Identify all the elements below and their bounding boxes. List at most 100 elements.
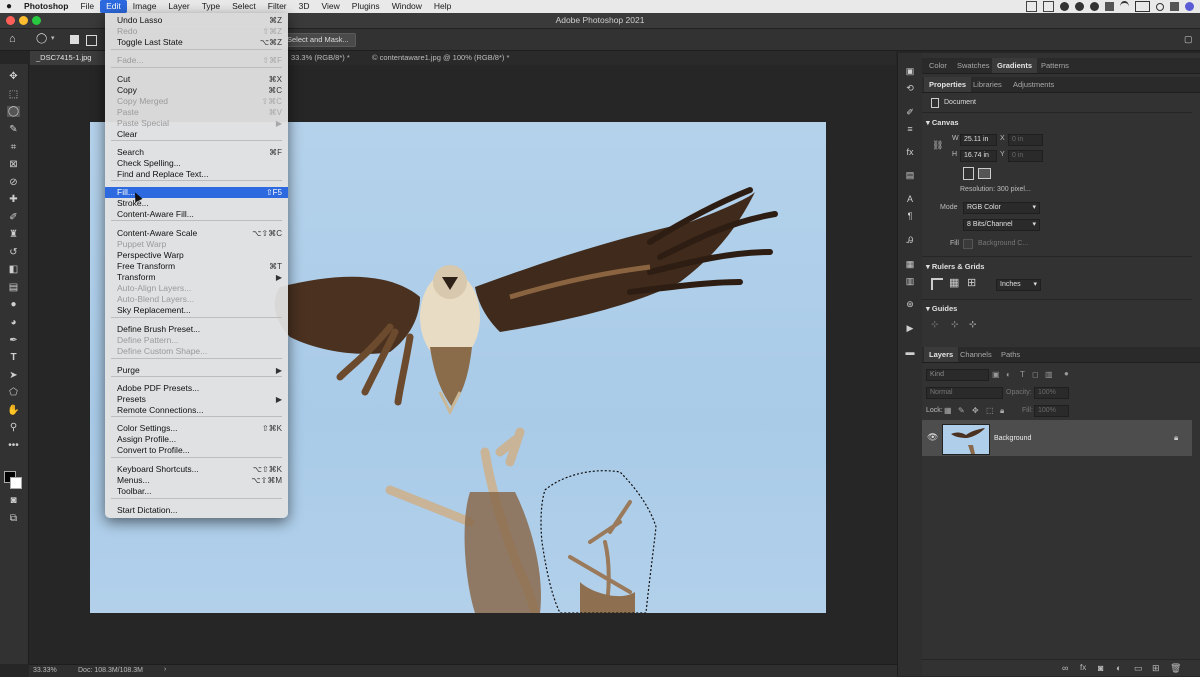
menu-image[interactable]: Image [127,0,163,13]
adjustments-icon[interactable]: ≡ [904,124,916,135]
menu-select[interactable]: Select [226,0,262,13]
tab-patterns[interactable]: Patterns [1036,58,1074,73]
menu-filter[interactable]: Filter [262,0,293,13]
menu-edit[interactable]: Edit [100,0,127,13]
menu-item-adobe-pdf-presets[interactable]: Adobe PDF Presets... [105,383,288,394]
frame-tool-icon[interactable]: ⊠ [7,159,20,170]
menu-3d[interactable]: 3D [293,0,316,13]
chevron-right-icon[interactable]: › [164,666,166,673]
filter-shape-icon[interactable]: ◻ [1032,370,1039,379]
canvas-section-title[interactable]: ▾ Canvas [926,118,959,127]
menu-item-search[interactable]: Search ⌘F [105,147,288,158]
fill-swatch[interactable] [963,239,973,249]
crop-tool-icon[interactable]: ⌗ [7,142,20,153]
tab-paths[interactable]: Paths [996,347,1025,362]
adjustment-layer-icon[interactable]: ◐ [1116,663,1121,673]
actions-panel-icon[interactable]: ⟲ [904,83,916,94]
guides-grid-icon[interactable]: ⊞ [967,278,976,289]
new-selection-icon[interactable] [70,35,79,44]
glyphs-panel-icon[interactable]: Ꭿ [904,235,916,246]
filter-adjustment-icon[interactable]: ◐ [1006,370,1011,379]
filter-type-icon[interactable]: T [1020,370,1025,379]
filter-image-icon[interactable]: ▣ [992,370,1000,379]
lasso-tool-icon[interactable]: ◯ [7,106,20,117]
link-layers-icon[interactable]: ∞ [1062,663,1068,673]
search-icon[interactable] [1156,2,1164,11]
lock-artboard-icon[interactable]: ⬚ [986,406,994,415]
eraser-tool-icon[interactable]: ◧ [7,264,20,275]
x-field[interactable]: 0 in [1008,134,1043,146]
dodge-tool-icon[interactable]: ◕ [7,317,20,328]
portrait-orientation-icon[interactable] [963,167,974,180]
histogram-icon[interactable]: ▥ [904,276,916,287]
zoom-tool-icon[interactable]: ⚲ [7,422,20,433]
menu-item-clear[interactable]: Clear [105,129,288,140]
add-selection-icon[interactable] [86,35,97,46]
quick-select-tool-icon[interactable]: ✎ [7,124,20,135]
status-icon[interactable] [1075,2,1084,11]
brush-tool-icon[interactable]: ✐ [7,212,20,223]
control-center-icon[interactable] [1170,2,1179,11]
tab-color[interactable]: Color [924,58,952,73]
tab-channels[interactable]: Channels [955,347,997,362]
rulers-grids-section-title[interactable]: ▾ Rulers & Grids [926,262,984,271]
info-panel-icon[interactable]: ▤ [904,170,916,181]
tab-gradients[interactable]: Gradients [992,58,1038,73]
layer-style-icon[interactable]: fx [1080,663,1086,672]
y-field[interactable]: 0 in [1008,150,1043,162]
menu-item-convert-to-profile[interactable]: Convert to Profile... [105,445,288,456]
play-action-icon[interactable]: ▶ [904,323,916,334]
menu-item-stroke[interactable]: Stroke... [105,198,288,209]
add-mask-icon[interactable]: ◙ [1098,663,1103,673]
status-icon[interactable] [1090,2,1099,11]
bit-depth-dropdown[interactable]: 8 Bits/Channel ▾ [963,219,1040,231]
guides-section-title[interactable]: ▾ Guides [926,304,957,313]
filter-toggle-icon[interactable]: ● [1064,369,1069,378]
menu-item-copy[interactable]: Copy ⌘C [105,85,288,96]
tab-properties[interactable]: Properties [924,77,972,92]
select-and-mask-button[interactable]: Select and Mask... [280,33,356,47]
menu-item-content-aware-fill[interactable]: Content-Aware Fill... [105,209,288,220]
menu-item-assign-profile[interactable]: Assign Profile... [105,434,288,445]
menu-layer[interactable]: Layer [162,0,195,13]
status-icon[interactable] [1105,2,1114,11]
guide-vertical-icon[interactable]: ⊹ [951,319,959,330]
lasso-tool-icon[interactable]: ◯ [36,33,48,45]
eyedropper-tool-icon[interactable]: ⊘ [7,177,20,188]
lock-transparent-icon[interactable]: ▦ [944,406,952,415]
expand-panels-icon[interactable]: ▢ [1184,34,1193,45]
menu-item-sky-replacement[interactable]: Sky Replacement... [105,305,288,316]
stamp-tool-icon[interactable]: ♜ [7,229,20,240]
path-select-tool-icon[interactable]: ➤ [7,370,20,381]
menu-item-cut[interactable]: Cut ⌘X [105,74,288,85]
navigator-icon[interactable]: ▦ [904,259,916,270]
layer-row[interactable]: 👁︎ Background 🔒︎ [922,420,1192,456]
ruler-icon[interactable] [931,278,943,290]
filter-smart-icon[interactable]: ▥ [1045,370,1053,379]
battery-icon[interactable] [1135,1,1150,12]
menu-item-undo-lasso[interactable]: Undo Lasso ⌘Z [105,15,288,26]
pen-tool-icon[interactable]: ✒ [7,335,20,346]
status-icon[interactable] [1060,2,1069,11]
lock-pixels-icon[interactable]: ✎ [958,406,965,415]
eye-icon[interactable]: 👁︎ [927,432,938,443]
menu-item-menus[interactable]: Menus... ⌥⇧⌘M [105,475,288,486]
tab-swatches[interactable]: Swatches [952,58,995,73]
healing-brush-tool-icon[interactable]: ✚ [7,194,20,205]
zoom-readout[interactable]: 33.33% [33,667,57,674]
tab-adjustments[interactable]: Adjustments [1008,77,1059,92]
filter-kind-dropdown[interactable]: Kind [926,369,989,381]
menu-item-toggle-last-state[interactable]: Toggle Last State ⌥⌘Z [105,37,288,48]
tab-layers[interactable]: Layers [924,347,959,362]
menu-item-presets[interactable]: Presets ▶ [105,394,288,405]
opacity-field[interactable]: 100% [1034,387,1069,399]
menu-item-toolbar[interactable]: Toolbar... [105,486,288,497]
grid-icon[interactable]: ▦ [949,278,959,289]
status-icon[interactable] [1026,1,1037,12]
chevron-down-icon[interactable]: ▾ [51,34,55,42]
screen-mode-icon[interactable]: ⧉ [7,513,20,524]
menu-item-find-and-replace-text[interactable]: Find and Replace Text... [105,169,288,180]
guide-layout-icon[interactable]: ⊹ [969,319,977,330]
tab-libraries[interactable]: Libraries [968,77,1007,92]
tab-contentaware1[interactable]: © contentaware1.jpg @ 100% (RGB/8*) * [366,51,542,65]
